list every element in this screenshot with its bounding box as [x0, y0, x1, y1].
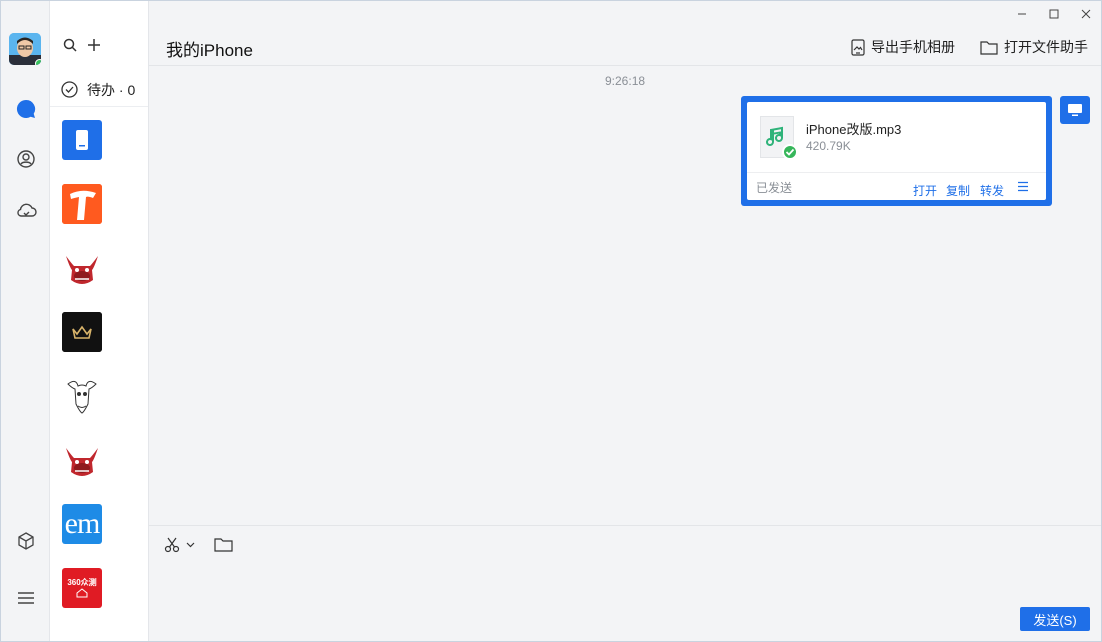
contact-avatar-red-bull[interactable] — [62, 248, 102, 288]
contact-avatar-360[interactable]: 360众测 — [62, 568, 102, 608]
copy-file-link[interactable]: 复制 — [946, 182, 970, 199]
todo-entry[interactable]: 待办 · 0 — [50, 73, 148, 107]
contact-avatar-crown[interactable] — [62, 312, 102, 352]
open-file-link[interactable]: 打开 — [913, 182, 937, 199]
send-button[interactable]: 发送(S) — [1020, 607, 1090, 631]
sent-check-icon — [782, 144, 798, 160]
forward-file-link[interactable]: 转发 — [980, 182, 1004, 199]
phone-icon — [76, 130, 88, 150]
contacts-icon[interactable] — [14, 147, 38, 171]
nav-rail — [1, 1, 50, 641]
chat-pane: 我的iPhone 导出手机相册 打开文件助手 9:26:18 iPhone改版.… — [149, 1, 1101, 641]
folder-icon — [980, 40, 998, 55]
send-file-button[interactable] — [214, 537, 233, 552]
bubble-divider — [747, 172, 1046, 173]
file-card: iPhone改版.mp3 420.79K 已发送 打开 复制 转发 — [747, 102, 1046, 200]
message-timestamp: 9:26:18 — [605, 74, 646, 88]
header-divider — [149, 65, 1101, 66]
contact-avatar-red-bull-2[interactable] — [62, 440, 102, 480]
user-avatar[interactable] — [9, 33, 41, 65]
check-circle-icon — [61, 81, 78, 98]
phone-album-icon — [851, 38, 865, 56]
add-icon[interactable] — [84, 35, 104, 55]
more-menu-icon[interactable] — [1017, 181, 1029, 195]
cube-icon[interactable] — [14, 529, 38, 553]
export-photos-label: 导出手机相册 — [871, 39, 955, 55]
folder-icon — [214, 538, 233, 552]
contact-avatar-em[interactable]: em — [62, 504, 102, 544]
file-message-bubble[interactable]: iPhone改版.mp3 420.79K 已发送 打开 复制 转发 — [741, 96, 1052, 206]
scissors-icon — [164, 537, 180, 553]
export-photos-button[interactable]: 导出手机相册 — [851, 37, 955, 57]
menu-icon[interactable] — [14, 586, 38, 610]
cloud-icon[interactable] — [14, 198, 38, 222]
chat-icon[interactable] — [14, 97, 38, 121]
todo-label: 待办 · 0 — [87, 81, 136, 98]
app-window: 待办 · 0 1 13 79 1 3 e — [0, 0, 1102, 642]
em-logo-text: em — [64, 507, 101, 540]
minimize-icon[interactable] — [1012, 5, 1032, 23]
composer-divider — [149, 525, 1101, 526]
contact-avatar-orange[interactable] — [62, 184, 102, 224]
sent-status: 已发送 — [756, 181, 793, 195]
chevron-down-icon — [186, 542, 195, 548]
maximize-icon[interactable] — [1044, 5, 1064, 23]
sender-device-icon — [1060, 96, 1090, 124]
search-icon[interactable] — [60, 35, 80, 55]
open-file-assistant-button[interactable]: 打开文件助手 — [980, 37, 1088, 57]
file-name: iPhone改版.mp3 — [806, 122, 902, 137]
file-size: 420.79K — [806, 139, 851, 153]
page-title: 我的iPhone — [166, 41, 253, 60]
online-status-dot — [35, 59, 41, 65]
close-icon[interactable] — [1076, 5, 1096, 23]
contact-avatar-phone[interactable] — [62, 120, 102, 160]
360-logo-text: 360众测 — [67, 578, 97, 587]
contact-avatar-gnu[interactable] — [62, 376, 102, 416]
open-file-assistant-label: 打开文件助手 — [1004, 39, 1088, 55]
conversation-list: 待办 · 0 1 13 79 1 3 e — [50, 1, 184, 641]
screenshot-button[interactable] — [164, 537, 195, 553]
